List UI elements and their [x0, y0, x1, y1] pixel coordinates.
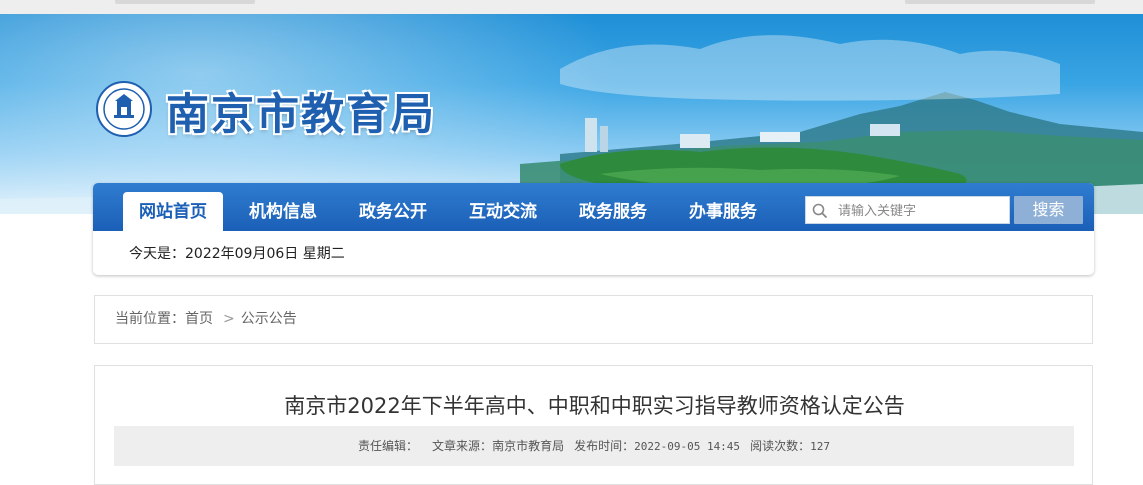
breadcrumb-link-notices[interactable]: 公示公告 [241, 311, 297, 327]
article-title: 南京市2022年下半年高中、中职和中职实习指导教师资格认定公告 [284, 394, 905, 418]
top-link-cut[interactable] [905, 0, 1095, 4]
top-link-cut[interactable] [115, 0, 255, 4]
top-utility-bar [0, 0, 1143, 14]
site-title[interactable]: 南京市教育局 [166, 80, 436, 142]
search-box [805, 196, 1010, 224]
article-panel: 南京市2022年下半年高中、中职和中职实习指导教师资格认定公告 责任编辑： 文章来… [94, 365, 1093, 485]
nav-item-services[interactable]: 办事服务 [673, 183, 773, 231]
source-label: 文章来源： [432, 439, 493, 453]
article-meta: 责任编辑： 文章来源：南京市教育局 发布时间：2022-09-05 14:45 阅读次… [114, 426, 1074, 466]
views-value: 127 [810, 440, 830, 453]
published-label: 发布时间： [574, 439, 635, 453]
nav-item-organization[interactable]: 机构信息 [233, 183, 333, 231]
nav-item-home[interactable]: 网站首页 [123, 192, 223, 231]
date-line: 今天是：2022年09月06日 星期二 [129, 243, 345, 263]
breadcrumb-link-home[interactable]: 首页 [185, 311, 213, 327]
emblem-icon [96, 81, 152, 137]
search-button[interactable]: 搜索 [1014, 196, 1083, 224]
main-nav-bar: 网站首页 机构信息 政务公开 互动交流 政务服务 办事服务 搜索 [93, 183, 1094, 231]
editor-label: 责任编辑： [358, 439, 419, 453]
date-label: 今天是： [129, 246, 185, 262]
main-nav-panel: 网站首页 机构信息 政务公开 互动交流 政务服务 办事服务 搜索 今天是：202… [93, 183, 1094, 275]
published-value: 2022-09-05 14:45 [634, 440, 741, 453]
search-icon [812, 203, 828, 219]
weekday: 星期二 [302, 246, 345, 262]
nav-item-interaction[interactable]: 互动交流 [453, 183, 553, 231]
date-value: 2022年09月06日 [185, 246, 299, 262]
nav-item-government-affairs[interactable]: 政务公开 [343, 183, 443, 231]
source-value: 南京市教育局 [492, 439, 565, 453]
emblem-logo[interactable] [96, 81, 152, 137]
breadcrumb: 当前位置：首页 > 公示公告 [94, 295, 1093, 344]
breadcrumb-prefix: 当前位置： [115, 311, 185, 327]
breadcrumb-separator: > [223, 311, 235, 327]
search-input[interactable] [836, 199, 1008, 223]
views-label: 阅读次数： [750, 439, 811, 453]
nav-item-government-services[interactable]: 政务服务 [563, 183, 663, 231]
